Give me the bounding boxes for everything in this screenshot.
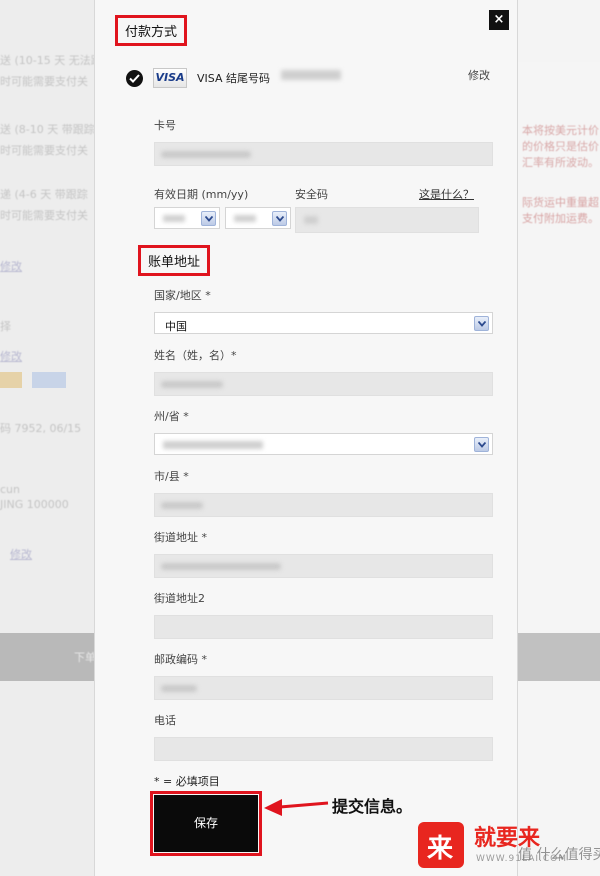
chevron-down-icon bbox=[474, 316, 489, 331]
watermark: 来 就要来 WWW.91LAI.COM 值 什么值得买 bbox=[418, 816, 600, 876]
payment-modal: × 付款方式 VISA VISA 结尾号码 修改 卡号 有效日期 (mm/yy)… bbox=[94, 0, 518, 876]
country-value: 中国 bbox=[165, 320, 187, 333]
masked-card-digits bbox=[281, 70, 341, 80]
zip-input[interactable] bbox=[154, 676, 493, 700]
close-button[interactable]: × bbox=[489, 10, 509, 30]
chevron-down-icon bbox=[272, 211, 287, 226]
bg-address-line-2: JING 100000 bbox=[0, 498, 69, 511]
bg-freight-note-2: 支付附加运费。 bbox=[522, 212, 599, 225]
expiry-month-select[interactable] bbox=[154, 207, 220, 229]
bg-shipping-option-1: 送 (10-15 天 无法跟 bbox=[0, 54, 102, 67]
background-right-panel: 本将按美元计价 的价格只是估价 汇率有所波动。 际货运中重量超 支付附加运费。 bbox=[518, 62, 600, 876]
bg-freight-note-1: 际货运中重量超 bbox=[522, 196, 599, 209]
bg-price-note-3: 汇率有所波动。 bbox=[522, 156, 599, 169]
watermark-side-text: 值 什么值得买 bbox=[518, 847, 600, 863]
card-number-label: 卡号 bbox=[154, 119, 176, 132]
whats-this-link[interactable]: 这是什么？ bbox=[419, 186, 474, 202]
edit-card-link[interactable]: 修改 bbox=[468, 67, 490, 83]
cvv-label: 安全码 bbox=[295, 188, 328, 201]
bg-shipping-note-3: 时可能需要支付关 bbox=[0, 209, 88, 222]
chevron-down-icon bbox=[201, 211, 216, 226]
bg-edit-link-2: 修改 bbox=[0, 350, 22, 363]
bg-shipping-note-1: 时可能需要支付关 bbox=[0, 75, 88, 88]
save-button[interactable]: 保存 bbox=[154, 795, 258, 852]
bg-shipping-option-2: 送 (8-10 天 带跟踪 bbox=[0, 123, 95, 136]
name-input[interactable] bbox=[154, 372, 493, 396]
bg-price-note-2: 的价格只是估价 bbox=[522, 140, 599, 153]
country-label: 国家/地区 * bbox=[154, 289, 211, 302]
street2-label: 街道地址2 bbox=[154, 592, 205, 605]
bg-select-label: 择 bbox=[0, 320, 11, 333]
bg-price-note-1: 本将按美元计价 bbox=[522, 124, 599, 137]
phone-label: 电话 bbox=[154, 714, 176, 727]
zip-label: 邮政编码 * bbox=[154, 653, 207, 666]
card-number-input[interactable] bbox=[154, 142, 493, 166]
bg-order-bar: 下单 bbox=[0, 633, 96, 681]
masked-state-value bbox=[163, 441, 263, 449]
name-label: 姓名（姓，名）* bbox=[154, 349, 237, 362]
masked-expiry-month bbox=[163, 215, 185, 222]
required-fields-note: * = 必填项目 bbox=[154, 775, 220, 788]
bg-card-logo-1 bbox=[0, 372, 22, 388]
cvv-input[interactable] bbox=[295, 207, 479, 233]
bg-right-bar bbox=[518, 633, 600, 681]
bg-shipping-option-3: 递 (4-6 天 带跟踪 bbox=[0, 188, 88, 201]
annotation-arrow-icon bbox=[264, 799, 329, 816]
bg-edit-link-1: 修改 bbox=[0, 260, 22, 273]
bg-card-logo-2 bbox=[32, 372, 66, 388]
payment-method-title: 付款方式 bbox=[115, 15, 188, 46]
bg-order-label: 下单 bbox=[74, 651, 96, 664]
billing-address-title: 账单地址 bbox=[138, 245, 211, 276]
state-select[interactable] bbox=[154, 433, 493, 455]
expiry-year-select[interactable] bbox=[225, 207, 291, 229]
selected-check-icon bbox=[126, 70, 143, 87]
expiry-label: 有效日期 (mm/yy) bbox=[154, 188, 249, 201]
bg-card-number: 码 7952, 06/15 bbox=[0, 422, 82, 435]
city-input[interactable] bbox=[154, 493, 493, 517]
chevron-down-icon bbox=[474, 437, 489, 452]
masked-expiry-year bbox=[234, 215, 256, 222]
annotation-note: 提交信息。 bbox=[332, 797, 413, 816]
street-input[interactable] bbox=[154, 554, 493, 578]
masked-cvv bbox=[304, 216, 318, 224]
street-label: 街道地址 * bbox=[154, 531, 207, 544]
watermark-logo-icon: 来 bbox=[418, 822, 464, 868]
card-ending-label: VISA 结尾号码 bbox=[197, 72, 270, 85]
city-label: 市/县 * bbox=[154, 470, 189, 483]
bg-shipping-note-2: 时可能需要支付关 bbox=[0, 144, 88, 157]
street2-input[interactable] bbox=[154, 615, 493, 639]
visa-card-icon: VISA bbox=[153, 68, 187, 88]
background-left-panel: 送 (10-15 天 无法跟 时可能需要支付关 送 (8-10 天 带跟踪 时可… bbox=[0, 0, 102, 876]
bg-edit-link-3: 修改 bbox=[10, 548, 32, 561]
state-label: 州/省 * bbox=[154, 410, 189, 423]
phone-input[interactable] bbox=[154, 737, 493, 761]
country-select[interactable]: 中国 bbox=[154, 312, 493, 334]
bg-address-line-1: cun bbox=[0, 483, 20, 496]
